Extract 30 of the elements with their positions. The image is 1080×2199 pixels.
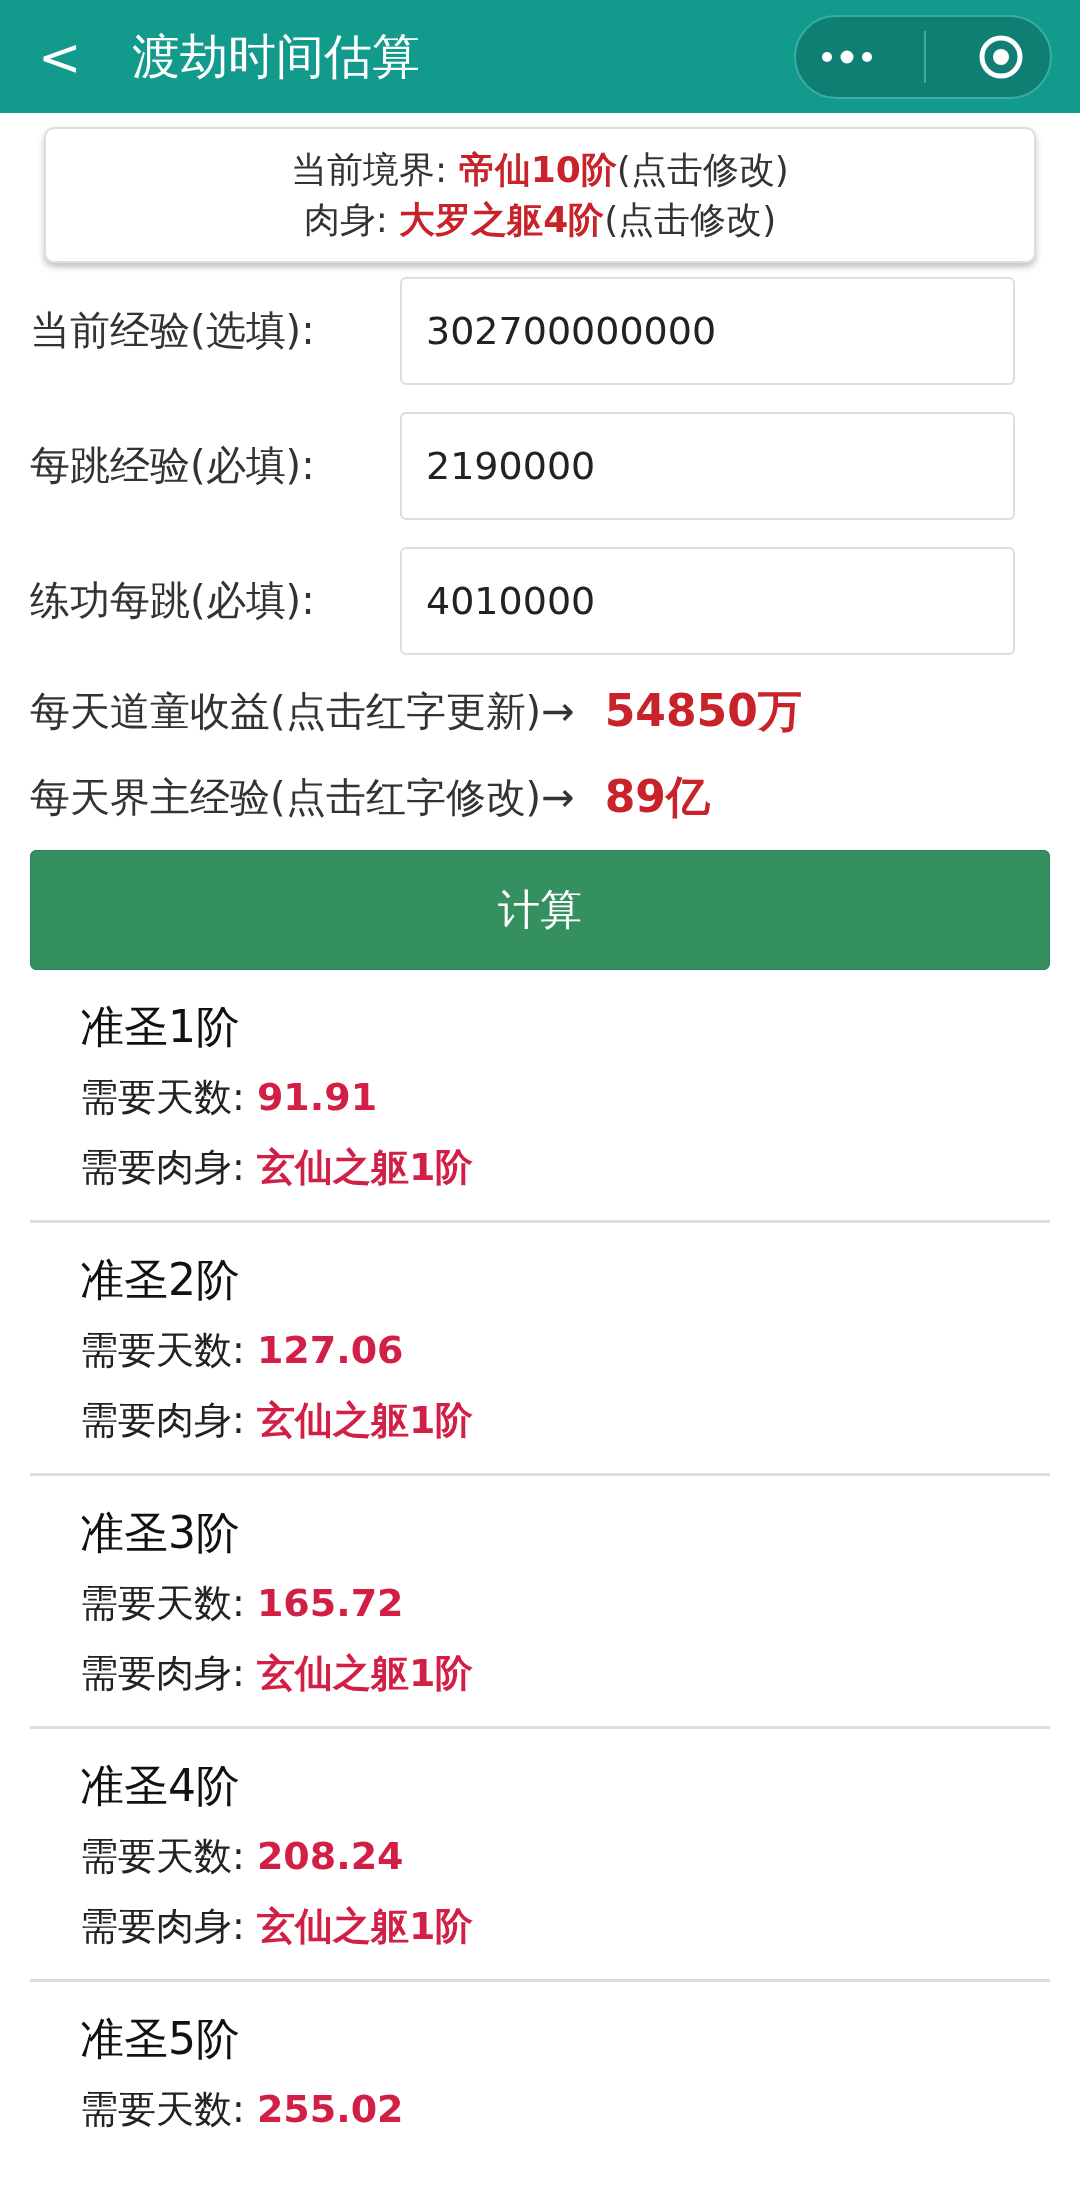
body-line: 需要肉身: 玄仙之躯1阶 <box>80 1650 475 1697</box>
days-line: 需要天数: 208.24 <box>80 1833 405 1880</box>
result-title: 准圣5阶 <box>80 2012 241 2066</box>
daily-value[interactable]: 54850万 <box>604 681 802 741</box>
realm-line: 肉身: 大罗之躯4阶(点击修改) <box>302 198 778 242</box>
more-icon[interactable] <box>821 49 874 64</box>
days-line: 需要天数: 255.02 <box>80 2086 405 2133</box>
page-title: 渡劫时间估算 <box>131 26 421 86</box>
input-field[interactable]: 2190000 <box>400 411 1015 520</box>
result-title: 准圣2阶 <box>80 1253 241 1307</box>
daily-label: 每天界主经验(点击红字修改)→ <box>30 772 575 822</box>
days-line: 需要天数: 165.72 <box>80 1580 405 1627</box>
body-line: 需要肉身: 玄仙之躯1阶 <box>80 1144 475 1191</box>
realm-card[interactable]: 当前境界: 帝仙10阶(点击修改) 肉身: 大罗之躯4阶(点击修改) <box>44 127 1036 263</box>
days-line: 需要天数: 91.91 <box>80 1074 379 1121</box>
daily-label: 每天道童收益(点击红字更新)→ <box>30 686 575 736</box>
days-line: 需要天数: 127.06 <box>80 1327 405 1374</box>
daily-value[interactable]: 89亿 <box>604 767 710 827</box>
result-title: 准圣3阶 <box>80 1506 241 1560</box>
result-title: 准圣1阶 <box>80 1000 241 1054</box>
result-title: 准圣4阶 <box>80 1759 241 1813</box>
body-line: 需要肉身: 玄仙之躯1阶 <box>80 1903 475 1950</box>
field-label: 每跳经验(必填): <box>30 441 316 490</box>
realm-line: 当前境界: 帝仙10阶(点击修改) <box>290 148 790 192</box>
calculate-button[interactable]: 计算 <box>30 850 1050 970</box>
input-field[interactable]: 4010000 <box>400 546 1015 655</box>
field-label: 当前经验(选填): <box>30 306 316 355</box>
field-label: 练功每跳(必填): <box>30 576 316 625</box>
input-field[interactable]: 302700000000 <box>400 276 1015 385</box>
body-line: 需要肉身: 玄仙之躯1阶 <box>80 1397 475 1444</box>
